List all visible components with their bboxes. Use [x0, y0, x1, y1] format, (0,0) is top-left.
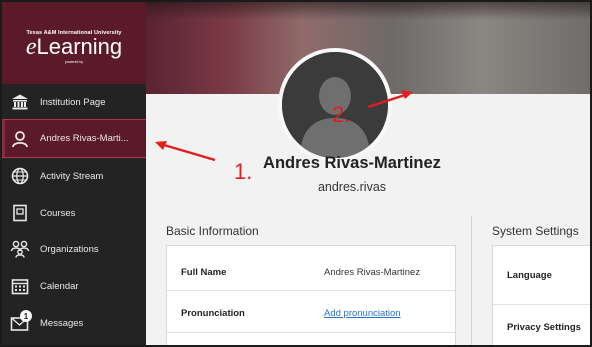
arrow-one-icon — [163, 143, 216, 162]
app-frame: Texas A&M International University eLear… — [0, 0, 592, 347]
arrow-two-icon — [367, 93, 406, 109]
annotation-arrows — [155, 90, 413, 162]
annotation-one: 1. — [234, 159, 253, 184]
annotation-two: 2. — [332, 102, 351, 127]
